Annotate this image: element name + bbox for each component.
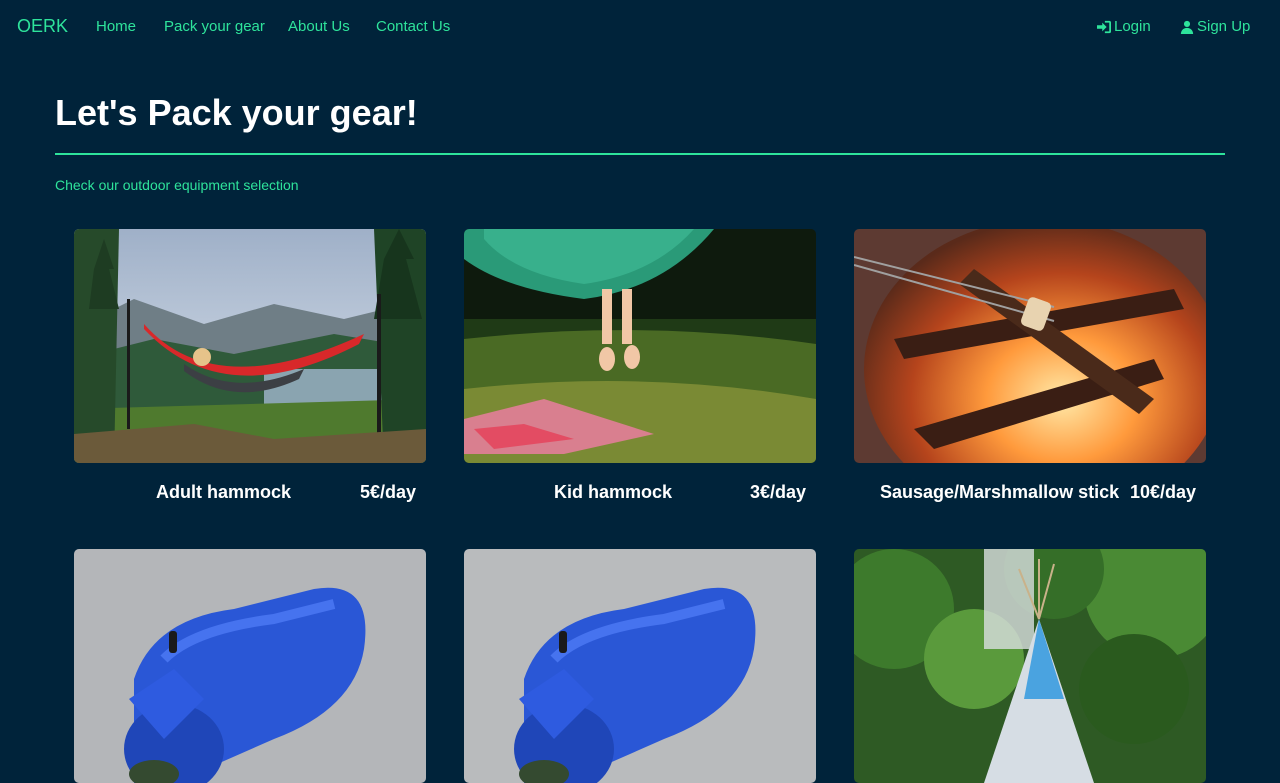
nav-home[interactable]: Home [96,18,136,35]
login-icon [1097,20,1111,33]
nav-pack-your-gear[interactable]: Pack your gear [164,18,265,35]
signup-link[interactable]: Sign Up [1180,18,1250,35]
login-link[interactable]: Login [1097,18,1151,35]
nav-about-us[interactable]: About Us [288,18,350,35]
page-title: Let's Pack your gear! [55,92,418,133]
product-image-sausage-marshmallow-stick[interactable] [854,229,1206,463]
title-divider [55,153,1225,155]
product-name-adult-hammock: Adult hammock [156,482,292,502]
page-subtitle: Check our outdoor equipment selection [55,177,299,193]
product-image-teepee-tent[interactable] [854,549,1206,783]
product-image-sleeping-bag-1[interactable] [74,549,426,783]
brand-logo[interactable]: OERK [17,16,68,37]
signup-label: Sign Up [1197,18,1251,35]
login-label: Login [1114,18,1151,35]
product-image-kid-hammock[interactable] [464,229,816,463]
navbar: OERK Home Pack your gear About Us Contac… [0,0,1280,54]
product-name-kid-hammock: Kid hammock [554,482,673,502]
product-image-sleeping-bag-2[interactable] [464,549,816,783]
user-icon [1180,20,1194,34]
product-image-adult-hammock[interactable] [74,229,426,463]
nav-contact-us[interactable]: Contact Us [376,18,450,35]
product-price-adult-hammock: 5€/day [360,482,417,502]
product-name-sausage-marshmallow-stick: Sausage/Marshmallow stick [880,482,1120,502]
product-price-sausage-marshmallow-stick: 10€/day [1130,482,1197,502]
product-price-kid-hammock: 3€/day [750,482,807,502]
